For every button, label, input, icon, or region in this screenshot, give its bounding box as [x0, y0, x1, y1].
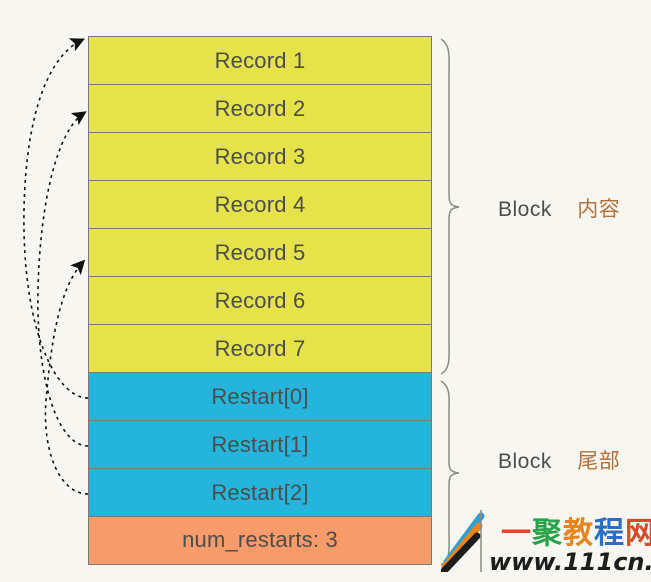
- table-row: Restart[1]: [89, 421, 431, 469]
- arrow-restart2-to-record5: [44, 259, 89, 495]
- label-block-content-en: Block: [498, 198, 552, 221]
- watermark: 一聚教程网 www.111cn.net: [441, 506, 651, 580]
- watermark-char-4: 程: [594, 516, 625, 551]
- block-layout-table: Record 1 Record 2 Record 3 Record 4 Reco…: [88, 36, 432, 565]
- diagram-canvas: Record 1 Record 2 Record 3 Record 4 Reco…: [0, 0, 651, 582]
- table-row: Record 7: [89, 325, 431, 373]
- watermark-char-2: 聚: [532, 516, 563, 551]
- table-row: num_restarts: 3: [89, 517, 431, 564]
- label-block-footer-en: Block: [498, 450, 552, 473]
- label-block-content-cn: 内容: [577, 198, 621, 221]
- table-row: Restart[0]: [89, 373, 431, 421]
- table-row: Record 1: [89, 37, 431, 85]
- table-row: Record 2: [89, 85, 431, 133]
- arrow-restart0-to-record1: [23, 38, 89, 399]
- watermark-char-3: 教: [563, 516, 594, 551]
- watermark-char-5: 网: [625, 516, 651, 551]
- table-row: Restart[2]: [89, 469, 431, 517]
- watermark-char-1: 一: [501, 516, 532, 551]
- label-block-footer-cn: 尾部: [577, 450, 621, 473]
- watermark-brand: 一聚教程网: [501, 508, 651, 552]
- table-row: Record 5: [89, 229, 431, 277]
- table-row: Record 4: [89, 181, 431, 229]
- table-row: Record 6: [89, 277, 431, 325]
- brace-block-content: [440, 38, 460, 375]
- label-block-footer: Block 尾部: [498, 445, 620, 475]
- arrow-restart1-to-record2: [37, 111, 89, 447]
- watermark-url: www.111cn.net: [489, 548, 651, 576]
- table-row: Record 3: [89, 133, 431, 181]
- label-block-content: Block 内容: [498, 193, 620, 223]
